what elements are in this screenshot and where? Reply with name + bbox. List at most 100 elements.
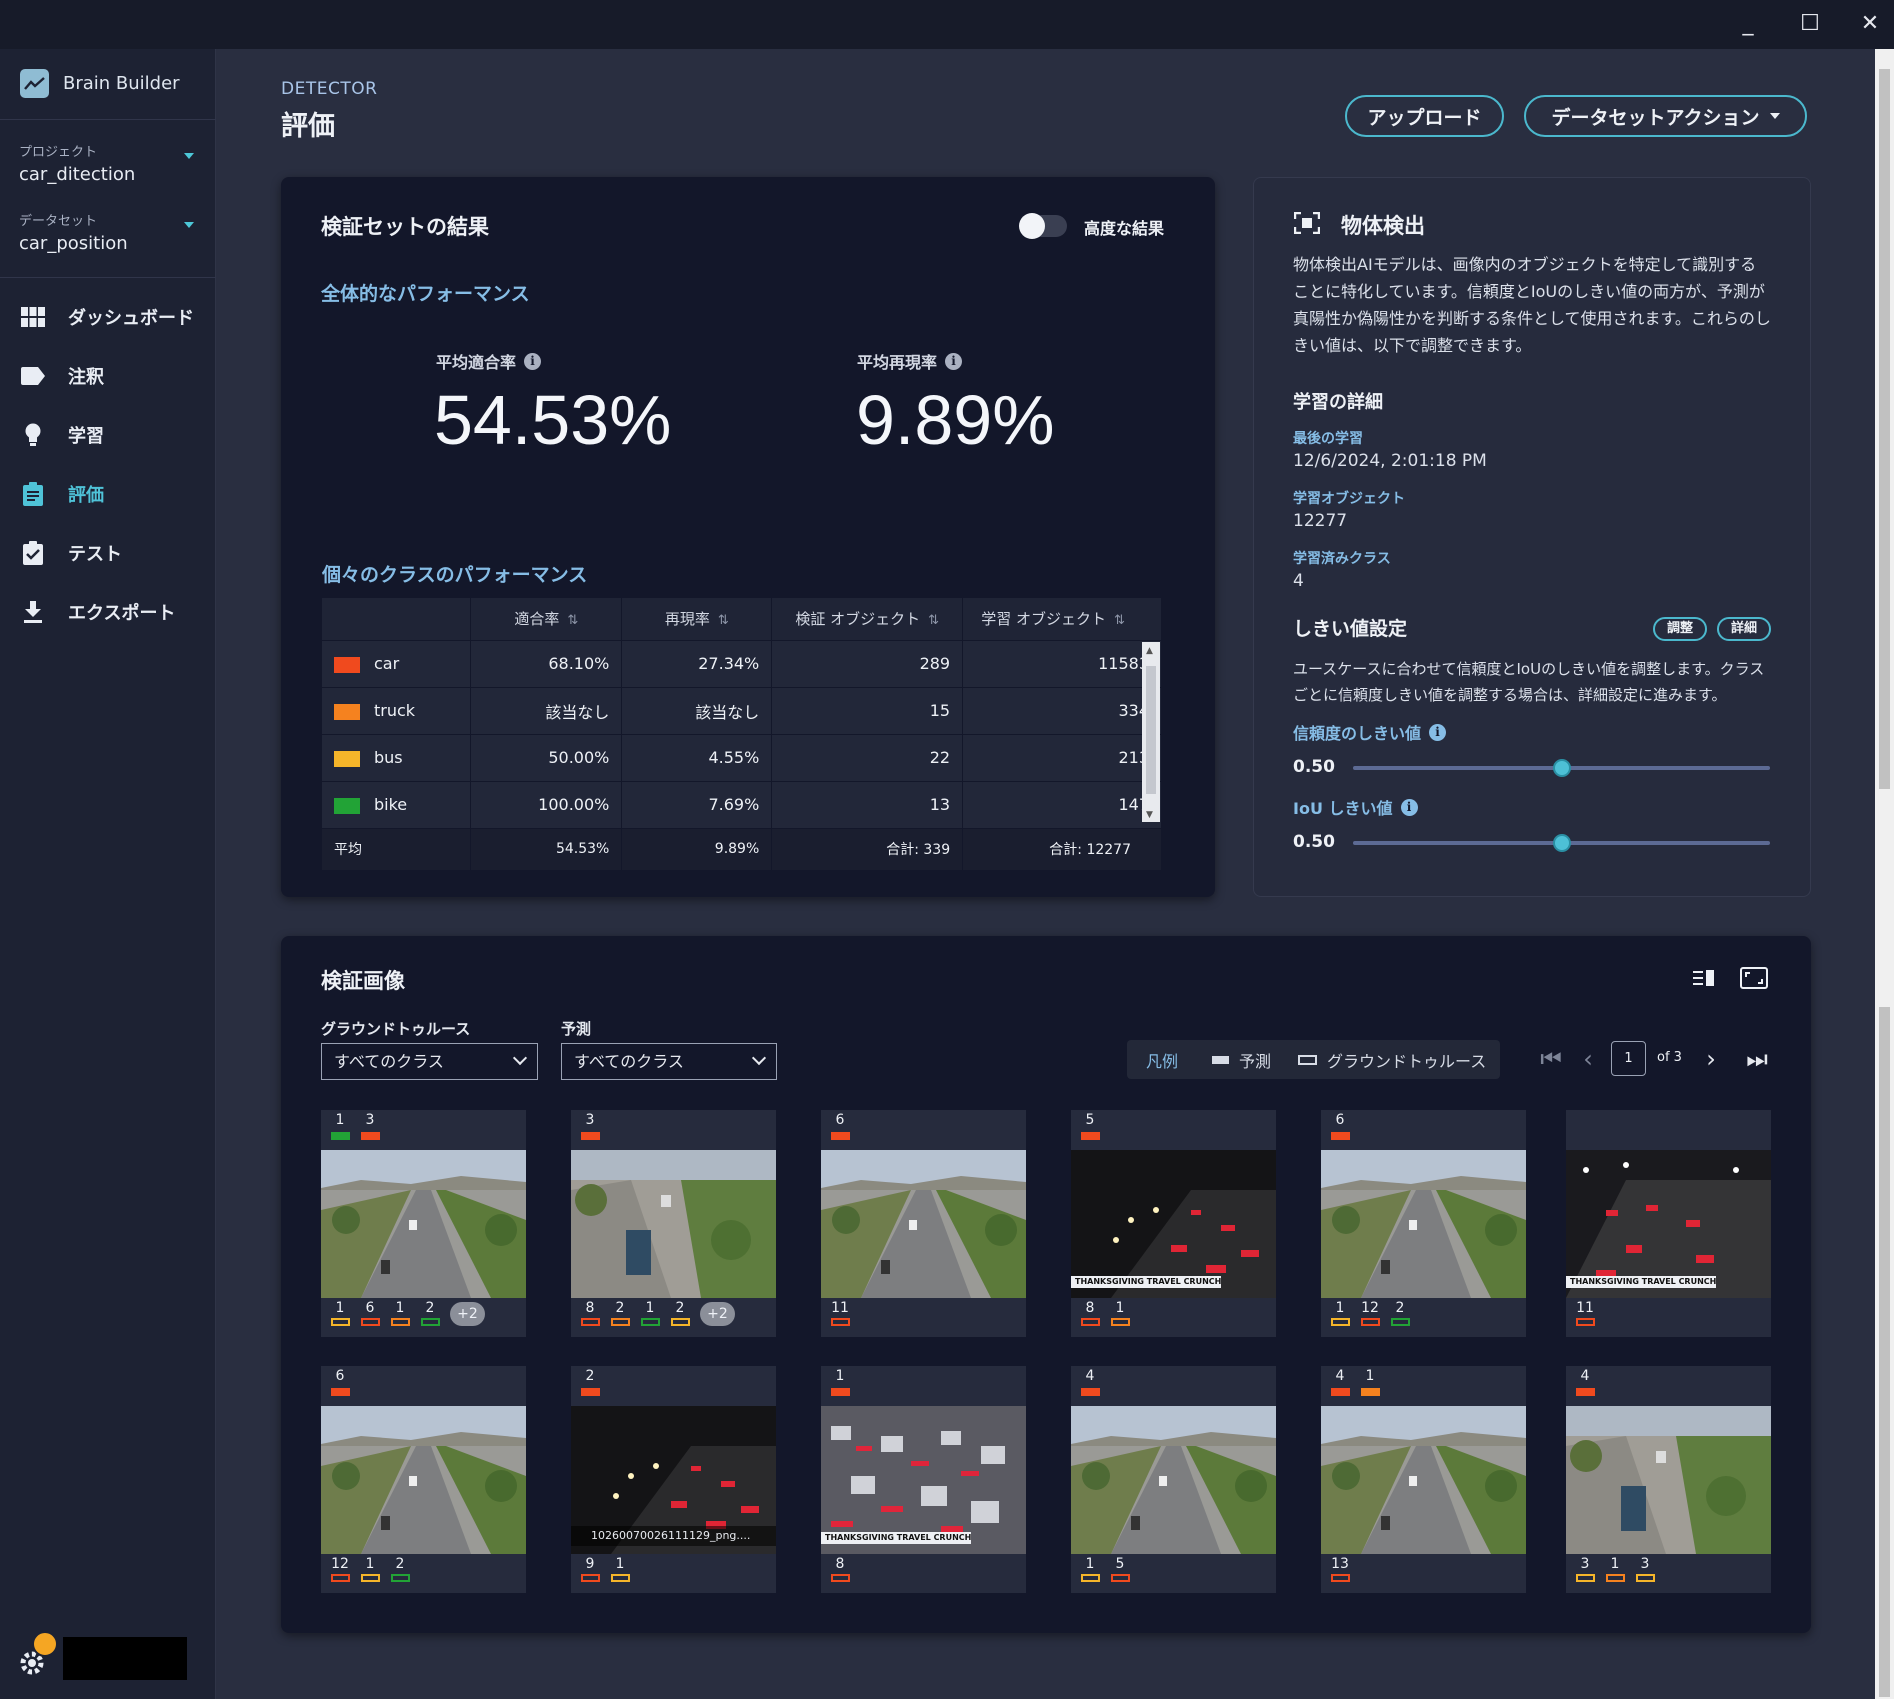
average-recall: 9.89% — [621, 827, 773, 870]
page-number-input[interactable]: 1 — [1611, 1041, 1646, 1076]
validation-image[interactable] — [321, 1150, 526, 1298]
class-count: 1 — [1115, 1300, 1125, 1316]
info-icon[interactable]: i — [1429, 723, 1447, 741]
list-view-icon[interactable] — [1693, 969, 1715, 991]
info-icon[interactable]: i — [945, 352, 963, 370]
validation-image[interactable] — [1321, 1406, 1526, 1554]
validation-image[interactable] — [821, 1150, 1026, 1298]
prediction-class-bar — [1331, 1388, 1350, 1396]
scrollbar-thumb[interactable] — [1879, 1007, 1890, 1697]
validation-image[interactable] — [1071, 1406, 1276, 1554]
first-page-icon[interactable]: ⏮ — [1536, 1044, 1566, 1074]
validation-thumbnail[interactable]: THANKSGIVING TRAVEL CRUNCH 11 — [1566, 1110, 1771, 1337]
scrollbar-thumb[interactable] — [1879, 69, 1890, 789]
more-classes-badge[interactable]: +2 — [450, 1302, 485, 1326]
minimize-button[interactable]: _ — [1730, 8, 1766, 40]
sort-icon[interactable]: ⇅ — [1114, 613, 1125, 628]
sort-icon[interactable]: ⇅ — [928, 613, 939, 628]
prediction-class-bar — [1081, 1132, 1100, 1140]
column-header-precision[interactable]: 適合率 ⇅ — [470, 598, 623, 640]
class-count: 6 — [335, 1368, 345, 1384]
validation-image[interactable] — [1566, 1406, 1771, 1554]
validation-image[interactable]: THANKSGIVING TRAVEL CRUNCH — [1566, 1150, 1771, 1298]
validation-thumbnail[interactable]: 6 11 — [821, 1110, 1026, 1337]
nav-label: 評価 — [68, 485, 104, 506]
validation-thumbnail[interactable]: 3 8 2 1 2 +2 — [571, 1110, 776, 1337]
confidence-threshold-label-group: 信頼度のしきい値 i — [1293, 720, 1447, 744]
prediction-counts — [1566, 1110, 1771, 1150]
prediction-counts: 4 — [1071, 1366, 1276, 1406]
maximize-button[interactable]: ☐ — [1792, 8, 1828, 40]
nav-evaluation[interactable]: 評価 — [20, 474, 200, 514]
column-header-val-objects[interactable]: 検証 オブジェクト ⇅ — [771, 598, 964, 640]
validation-thumbnail[interactable]: 2 10260070026111129_png.... 9 1 — [571, 1366, 776, 1593]
project-selector[interactable]: プロジェクト car_ditection — [19, 141, 194, 185]
page-scrollbar[interactable] — [1875, 49, 1894, 1699]
nav-annotation[interactable]: 注釈 — [20, 356, 200, 396]
clipboard-check-icon — [20, 540, 46, 566]
validation-image[interactable] — [571, 1150, 776, 1298]
more-classes-badge[interactable]: +2 — [700, 1302, 735, 1326]
class-name: bike — [374, 795, 408, 814]
lightbulb-icon — [20, 422, 46, 448]
next-page-icon[interactable]: › — [1696, 1044, 1726, 1074]
validation-image[interactable] — [1321, 1150, 1526, 1298]
brand[interactable]: Brain Builder — [20, 69, 180, 98]
close-button[interactable]: ✕ — [1852, 8, 1888, 40]
page-count: of 3 — [1657, 1050, 1682, 1065]
prediction-class-bar — [331, 1388, 350, 1396]
validation-thumbnail[interactable]: 6 12 1 2 — [321, 1366, 526, 1593]
nav-export[interactable]: エクスポート — [20, 592, 200, 632]
prev-page-icon[interactable]: ‹ — [1573, 1044, 1603, 1074]
prediction-counts: 5 — [1071, 1110, 1276, 1150]
class-count: 1 — [1365, 1368, 1375, 1384]
validation-thumbnail[interactable]: 6 1 12 2 — [1321, 1110, 1526, 1337]
validation-image[interactable]: THANKSGIVING TRAVEL CRUNCH — [1071, 1150, 1276, 1298]
legend-prediction-label: 予測 — [1239, 1051, 1272, 1071]
info-icon[interactable]: i — [524, 352, 542, 370]
validation-image[interactable]: THANKSGIVING TRAVEL CRUNCH — [821, 1406, 1026, 1554]
dataset-selector[interactable]: データセット car_position — [19, 210, 194, 254]
validation-image[interactable]: 10260070026111129_png.... — [571, 1406, 776, 1554]
scroll-down-icon[interactable]: ▼ — [1146, 810, 1153, 820]
nav-training[interactable]: 学習 — [20, 415, 200, 455]
scroll-up-icon[interactable]: ▲ — [1146, 646, 1153, 656]
validation-thumbnail[interactable]: 415 — [1071, 1366, 1276, 1593]
adjust-button[interactable]: 調整 — [1653, 617, 1707, 641]
window-titlebar: _ ☐ ✕ — [0, 0, 1894, 49]
calendar-badge-icon[interactable] — [32, 1631, 58, 1657]
cell-train: 213 — [962, 733, 1162, 781]
validation-thumbnail[interactable]: 5 THANKSGIVING TRAVEL CRUNCH 8 1 — [1071, 1110, 1276, 1337]
ground-truth-select[interactable]: すべてのクラス — [321, 1043, 538, 1080]
validation-thumbnail[interactable]: 4 3 1 3 — [1566, 1366, 1771, 1593]
info-icon[interactable]: i — [1400, 798, 1418, 816]
sort-icon[interactable]: ⇅ — [718, 613, 729, 628]
sort-icon[interactable]: ⇅ — [567, 613, 578, 628]
nav-dashboard[interactable]: ダッシュボード — [20, 297, 200, 337]
dataset-action-button[interactable]: データセットアクション — [1524, 95, 1807, 137]
detail-button[interactable]: 詳細 — [1717, 617, 1771, 641]
column-header-recall[interactable]: 再現率 ⇅ — [621, 598, 773, 640]
nav-test[interactable]: テスト — [20, 533, 200, 573]
class-count: 1 — [365, 1556, 375, 1572]
legend-ground-truth-swatch — [1298, 1054, 1318, 1065]
class-count: 2 — [425, 1300, 435, 1316]
ground-truth-counts: 8 — [821, 1554, 1026, 1593]
fullscreen-icon[interactable] — [1740, 967, 1768, 993]
upload-button[interactable]: アップロード — [1345, 95, 1504, 137]
prediction-select[interactable]: すべてのクラス — [561, 1043, 777, 1080]
legend: 凡例 予測 グラウンドトゥルース — [1127, 1040, 1500, 1079]
validation-thumbnail[interactable]: 4 1 13 — [1321, 1366, 1526, 1593]
prediction-class-bar — [581, 1388, 600, 1396]
column-header-train-objects[interactable]: 学習 オブジェクト ⇅ — [962, 598, 1162, 640]
validation-thumbnail[interactable]: 1 3 1 6 1 2 +2 — [321, 1110, 526, 1337]
last-page-icon[interactable]: ⏭ — [1742, 1044, 1772, 1074]
validation-image[interactable] — [321, 1406, 526, 1554]
iou-slider-handle[interactable] — [1552, 834, 1571, 852]
confidence-slider-handle[interactable] — [1552, 759, 1571, 777]
validation-thumbnail[interactable]: 1 THANKSGIVING TRAVEL CRUNCH 8 — [821, 1366, 1026, 1593]
table-scrollbar[interactable]: ▲ ▼ — [1142, 642, 1160, 822]
advanced-results-toggle[interactable] — [1019, 213, 1067, 239]
prediction-counts: 6 — [1321, 1110, 1526, 1150]
scrollbar-thumb[interactable] — [1146, 666, 1156, 794]
